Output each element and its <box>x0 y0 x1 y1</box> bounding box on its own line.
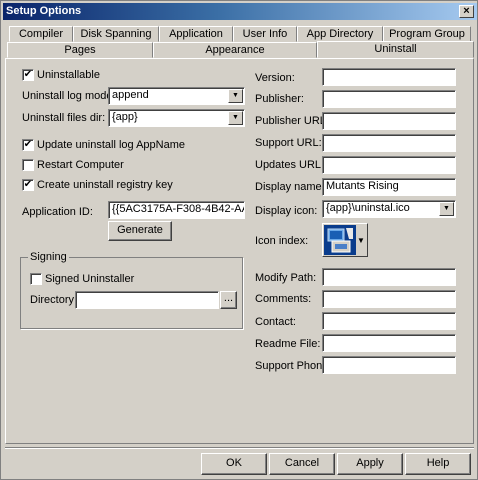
version-input[interactable] <box>322 68 456 86</box>
ok-button[interactable]: OK <box>201 453 267 475</box>
restart-label: Restart Computer <box>37 159 124 171</box>
readme-input[interactable] <box>322 334 456 352</box>
publisher-url-input[interactable] <box>322 112 456 130</box>
contact-input[interactable] <box>322 312 456 330</box>
display-icon-select[interactable]: {app}\uninstal.ico ▼ <box>322 200 456 218</box>
files-dir-select[interactable]: {app} ▼ <box>108 109 245 127</box>
tab-app-directory[interactable]: App Directory <box>297 26 383 42</box>
files-dir-label: Uninstall files dir: <box>22 112 106 124</box>
tab-appearance[interactable]: Appearance <box>153 42 317 58</box>
title-bar: Setup Options × <box>3 3 477 20</box>
tab-disk-spanning[interactable]: Disk Spanning <box>73 26 159 42</box>
directory-label: Directory: <box>30 294 78 306</box>
tab-pages[interactable]: Pages <box>7 42 153 58</box>
update-log-checkbox[interactable]: ✔ <box>22 139 34 151</box>
uninstallable-label: Uninstallable <box>37 69 100 81</box>
icon-index-label: Icon index: <box>255 235 309 247</box>
app-id-input[interactable]: {{5AC3175A-F308-4B42-AA2F-1 <box>108 201 245 219</box>
display-name-label: Display name: <box>255 181 325 193</box>
display-icon-label: Display icon: <box>255 205 318 217</box>
generate-button[interactable]: Generate <box>108 221 172 241</box>
uninstallable-checkbox[interactable]: ✔ <box>22 69 34 81</box>
app-id-label: Application ID: <box>22 206 93 218</box>
contact-label: Contact: <box>255 316 296 328</box>
close-button[interactable]: × <box>459 5 474 18</box>
apply-button[interactable]: Apply <box>337 453 403 475</box>
updates-url-label: Updates URL: <box>255 159 325 171</box>
log-mode-value: append <box>112 89 149 101</box>
tab-application[interactable]: Application <box>159 26 233 42</box>
display-name-input[interactable]: Mutants Rising <box>322 178 456 196</box>
cancel-button[interactable]: Cancel <box>269 453 335 475</box>
icon-index-picker[interactable]: ▼ <box>322 223 368 257</box>
modify-path-label: Modify Path: <box>255 272 317 284</box>
files-dir-value: {app} <box>112 111 138 123</box>
readme-label: Readme File: <box>255 338 321 350</box>
log-mode-select[interactable]: append ▼ <box>108 87 245 105</box>
tab-program-group[interactable]: Program Group <box>383 26 471 42</box>
tab-user-info[interactable]: User Info <box>233 26 297 42</box>
modify-path-input[interactable] <box>322 268 456 286</box>
support-url-label: Support URL: <box>255 137 322 149</box>
setup-options-dialog: Setup Options × Compiler Disk Spanning A… <box>0 0 478 480</box>
support-url-input[interactable] <box>322 134 456 152</box>
support-phone-label: Support Phone: <box>255 360 332 372</box>
signed-uninstaller-label: Signed Uninstaller <box>45 273 135 285</box>
directory-input[interactable] <box>75 291 219 309</box>
help-button[interactable]: Help <box>405 453 471 475</box>
icon-index-dropdown-icon[interactable]: ▼ <box>357 236 365 245</box>
comments-input[interactable] <box>322 290 456 308</box>
display-icon-value: {app}\uninstal.ico <box>326 202 410 214</box>
publisher-input[interactable] <box>322 90 456 108</box>
signed-uninstaller-checkbox[interactable] <box>30 273 42 285</box>
registry-label: Create uninstall registry key <box>37 179 173 191</box>
update-log-label: Update uninstall log AppName <box>37 139 185 151</box>
browse-button[interactable]: ... <box>220 291 237 309</box>
version-label: Version: <box>255 72 295 84</box>
chevron-down-icon[interactable]: ▼ <box>439 202 454 216</box>
chevron-down-icon[interactable]: ▼ <box>228 89 243 103</box>
comments-label: Comments: <box>255 293 312 305</box>
tab-compiler[interactable]: Compiler <box>9 26 73 42</box>
signing-title: Signing <box>28 251 69 263</box>
window-title: Setup Options <box>6 5 82 17</box>
uninstall-icon <box>324 225 356 255</box>
tab-uninstall[interactable]: Uninstall <box>317 41 474 58</box>
publisher-label: Publisher: <box>255 93 304 105</box>
updates-url-input[interactable] <box>322 156 456 174</box>
bottom-divider <box>5 447 474 449</box>
chevron-down-icon[interactable]: ▼ <box>228 111 243 125</box>
publisher-url-label: Publisher URL: <box>255 115 329 127</box>
restart-checkbox[interactable] <box>22 159 34 171</box>
log-mode-label: Uninstall log mode: <box>22 90 116 102</box>
registry-checkbox[interactable]: ✔ <box>22 179 34 191</box>
support-phone-input[interactable] <box>322 356 456 374</box>
